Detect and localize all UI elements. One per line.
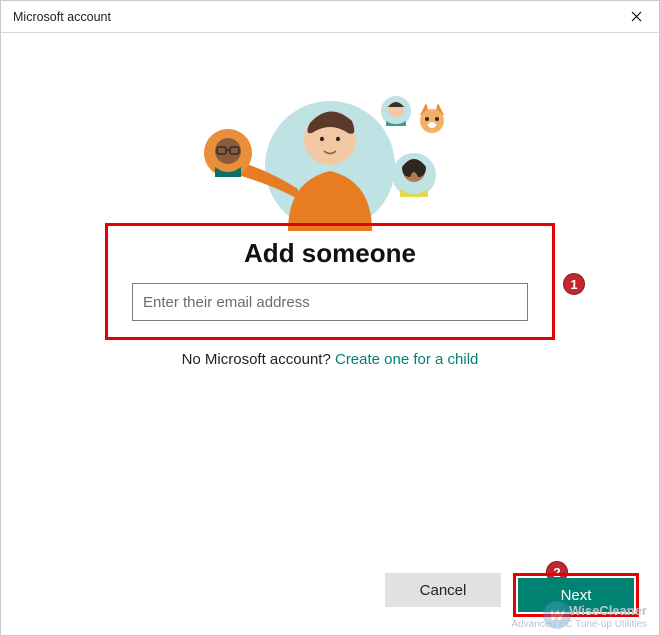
no-account-text: No Microsoft account? Create one for a c…: [1, 351, 659, 368]
dialog-content: Add someone No Microsoft account? Create…: [1, 33, 659, 635]
close-icon: [631, 9, 642, 25]
titlebar: Microsoft account: [1, 1, 659, 33]
close-button[interactable]: [613, 1, 659, 32]
create-child-link[interactable]: Create one for a child: [335, 351, 478, 368]
email-input[interactable]: [132, 283, 528, 321]
people-illustration: [180, 71, 480, 231]
annotation-box-2: Next: [513, 573, 639, 617]
no-account-prefix: No Microsoft account?: [182, 351, 335, 368]
dialog-window: Microsoft account: [0, 0, 660, 636]
watermark-tagline: Advanced PC Tune-up Utilities: [511, 619, 647, 631]
annotation-box-1: Add someone: [105, 223, 555, 340]
annotation-callout-1: 1: [563, 273, 585, 295]
dialog-heading: Add someone: [124, 238, 536, 269]
dialog-buttons: Cancel Next: [385, 573, 639, 617]
next-button[interactable]: Next: [518, 578, 634, 612]
titlebar-title: Microsoft account: [13, 10, 111, 24]
cancel-button[interactable]: Cancel: [385, 573, 501, 607]
